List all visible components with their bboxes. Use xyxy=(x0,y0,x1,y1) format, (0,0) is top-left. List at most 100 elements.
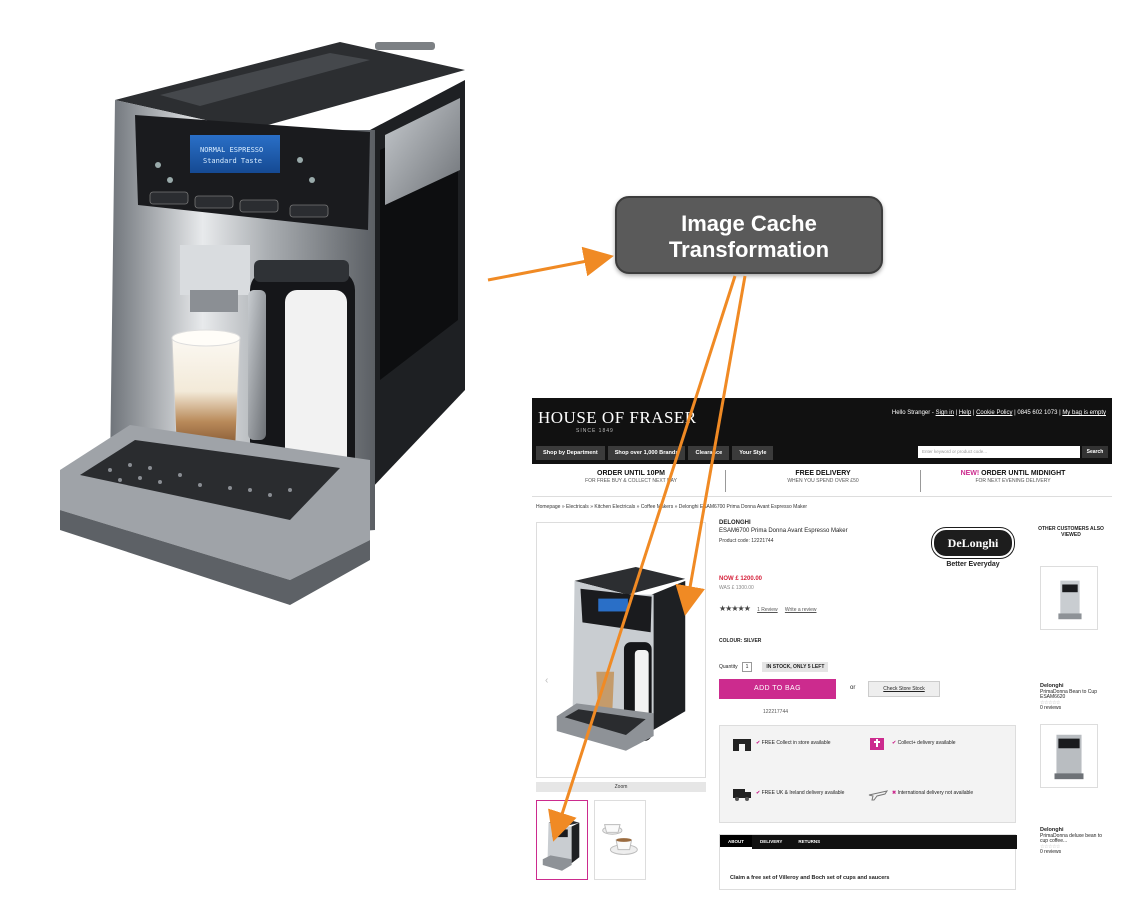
also-viewed-item[interactable]: Delonghi PrimaDonna deluxe bean to cup c… xyxy=(1040,827,1104,856)
colour-label: COLOUR: SILVER xyxy=(719,638,762,644)
also-viewed-item-image[interactable] xyxy=(1040,724,1098,788)
also-viewed-name: PrimaDonna deluxe bean to cup coffee... xyxy=(1040,832,1102,844)
promo-order-10pm[interactable]: ORDER UNTIL 10PM FOR FREE BUY & COLLECT … xyxy=(536,470,726,494)
check-store-stock-button[interactable]: Check Store Stock xyxy=(868,681,940,697)
delonghi-logo[interactable]: DeLonghi xyxy=(932,528,1014,558)
add-to-bag-button[interactable]: ADD TO BAG xyxy=(719,679,836,699)
also-viewed-item[interactable]: Delonghi PrimaDonna Bean to Cup ESAM6620… xyxy=(1040,683,1104,712)
promo-claim-text: Claim a free set of Villeroy and Boch se… xyxy=(730,875,890,881)
plane-icon xyxy=(868,790,888,801)
delivery-option-collect-store: ✔ FREE Collect in store available xyxy=(756,740,852,746)
product-number: 122217744 xyxy=(763,709,789,715)
svg-text:NORMAL ESPRESSO: NORMAL ESPRESSO xyxy=(200,146,263,154)
promo-2-title: FREE DELIVERY xyxy=(795,470,851,477)
also-viewed-heading: OTHER CUSTOMERS ALSO VIEWED xyxy=(1038,526,1104,538)
cookie-policy-link[interactable]: Cookie Policy xyxy=(976,410,1012,416)
callout-line-1: Image Cache xyxy=(681,211,817,236)
nav-your-style[interactable]: Your Style xyxy=(732,446,774,460)
truck-icon xyxy=(733,789,751,801)
thumbnail-cups[interactable] xyxy=(594,800,646,880)
promo-free-delivery[interactable]: FREE DELIVERY WHEN YOU SPEND OVER £50 xyxy=(728,470,918,494)
image-cache-transformation-callout: Image Cache Transformation xyxy=(615,196,883,274)
tab-bar: ABOUT DELIVERY RETURNS xyxy=(720,835,1017,849)
delonghi-tagline: Better Everyday xyxy=(946,561,1000,568)
price-was: WAS £ 1300.00 xyxy=(719,585,754,591)
search-input[interactable]: Enter keyword or product code... xyxy=(918,446,1080,458)
also-viewed-reviews: 0 reviews xyxy=(1040,705,1062,711)
delivery-options: ✔ FREE Collect in store available ✔ Coll… xyxy=(719,725,1016,823)
nav-shop-brands[interactable]: Shop over 1,000 Brands xyxy=(607,446,686,460)
tick-icon: ✔ xyxy=(756,790,761,796)
promo-1-title: ORDER UNTIL 10PM xyxy=(597,470,665,477)
tick-icon: ✔ xyxy=(756,740,761,746)
delivery-option-text: Collect+ delivery available xyxy=(897,740,956,746)
collect-plus-icon xyxy=(870,738,884,750)
or-text: or xyxy=(850,685,856,691)
nav-shop-by-department[interactable]: Shop by Department xyxy=(536,446,605,460)
reviews-link[interactable]: 1 Review xyxy=(757,607,778,613)
espresso-machine-image: NORMAL ESPRESSO Standard Taste xyxy=(60,42,465,605)
header-links: Hello Stranger - Sign in | Help | Cookie… xyxy=(891,410,1106,416)
product-image-viewer[interactable]: ‹ xyxy=(536,522,706,778)
svg-text:Standard Taste: Standard Taste xyxy=(203,157,262,165)
promo-3-title: NEW! ORDER UNTIL MIDNIGHT xyxy=(918,470,1108,477)
arrow-to-callout xyxy=(487,246,614,282)
nav-clearance[interactable]: Clearance xyxy=(688,446,730,460)
promo-1-sub: FOR FREE BUY & COLLECT NEXT DAY xyxy=(585,478,677,484)
stock-badge: IN STOCK, ONLY 5 LEFT xyxy=(762,662,829,672)
promo-3-sub: FOR NEXT EVENING DELIVERY xyxy=(975,478,1051,484)
store-icon xyxy=(733,739,751,751)
help-link[interactable]: Help xyxy=(959,410,971,416)
promo-midnight[interactable]: NEW! ORDER UNTIL MIDNIGHT FOR NEXT EVENI… xyxy=(918,470,1108,494)
tab-delivery[interactable]: DELIVERY xyxy=(752,835,790,849)
thumbnail-cups-image xyxy=(602,824,638,855)
logo-tagline: SINCE 1849 xyxy=(576,428,614,434)
product-code: Product code: 12221744 xyxy=(719,538,774,544)
main-nav: Shop by Department Shop over 1,000 Brand… xyxy=(536,446,774,460)
bag-link[interactable]: My bag is empty xyxy=(1062,410,1106,416)
cross-icon: ✖ xyxy=(892,790,897,796)
greeting: Hello Stranger - xyxy=(891,410,936,416)
also-viewed-name: PrimaDonna Bean to Cup ESAM6620 xyxy=(1040,688,1097,700)
delivery-option-international: ✖ International delivery not available xyxy=(892,790,988,796)
site-header: HOUSE OF FRASER SINCE 1849 Hello Strange… xyxy=(532,398,1112,464)
write-review-link[interactable]: Write a review xyxy=(785,607,817,613)
also-viewed-product-image xyxy=(1058,580,1082,620)
quantity-row: Quantity 1 IN STOCK, ONLY 5 LEFT xyxy=(719,662,829,672)
rating-stars: ★★★★★ 1 Review Write a review xyxy=(719,604,817,613)
delivery-option-uk: ✔ FREE UK & Ireland delivery available xyxy=(756,790,852,796)
promo-2-sub: WHEN YOU SPEND OVER £50 xyxy=(787,478,859,484)
star-rating-icons: ★★★★★ xyxy=(719,604,751,613)
divider xyxy=(532,496,1112,497)
breadcrumb[interactable]: Homepage » Electricals » Kitchen Electri… xyxy=(536,504,807,510)
delivery-option-text: International delivery not available xyxy=(897,790,974,796)
also-viewed-reviews: 0 reviews xyxy=(1040,849,1062,855)
also-viewed-product-image xyxy=(1054,734,1084,780)
thumbnail-machine[interactable] xyxy=(536,800,588,880)
quantity-select[interactable]: 1 xyxy=(741,662,753,672)
product-brand: DELONGHI xyxy=(719,520,751,526)
tick-icon: ✔ xyxy=(892,740,897,746)
product-image xyxy=(556,566,686,751)
phone-number: 0845 602 1073 xyxy=(1017,410,1058,416)
zoom-button[interactable]: Zoom xyxy=(536,782,706,792)
quantity-label: Quantity xyxy=(719,664,738,670)
product-info-tabs: ABOUT DELIVERY RETURNS Claim a free set … xyxy=(719,834,1017,890)
previous-image-arrow[interactable]: ‹ xyxy=(545,675,548,686)
thumbnail-machine-image xyxy=(542,818,580,871)
also-viewed-item-image[interactable] xyxy=(1040,566,1098,630)
sign-in-link[interactable]: Sign in xyxy=(936,410,954,416)
site-logo[interactable]: HOUSE OF FRASER xyxy=(538,408,697,428)
promo-3-title-text: ORDER UNTIL MIDNIGHT xyxy=(979,470,1066,477)
product-page-screenshot: HOUSE OF FRASER SINCE 1849 Hello Strange… xyxy=(532,398,1112,890)
search-button[interactable]: Search xyxy=(1082,446,1108,458)
product-title: ESAM6700 Prima Donna Avant Espresso Make… xyxy=(719,528,848,534)
promo-3-accent: NEW! xyxy=(960,470,980,477)
tab-about[interactable]: ABOUT xyxy=(720,835,752,849)
callout-line-2: Transformation xyxy=(668,237,830,262)
delivery-option-text: FREE Collect in store available xyxy=(761,740,831,746)
tab-returns[interactable]: RETURNS xyxy=(790,835,828,849)
delivery-option-collect-plus: ✔ Collect+ delivery available xyxy=(892,740,988,746)
price-now: NOW £ 1200.00 xyxy=(719,576,763,582)
promo-divider xyxy=(725,470,726,492)
